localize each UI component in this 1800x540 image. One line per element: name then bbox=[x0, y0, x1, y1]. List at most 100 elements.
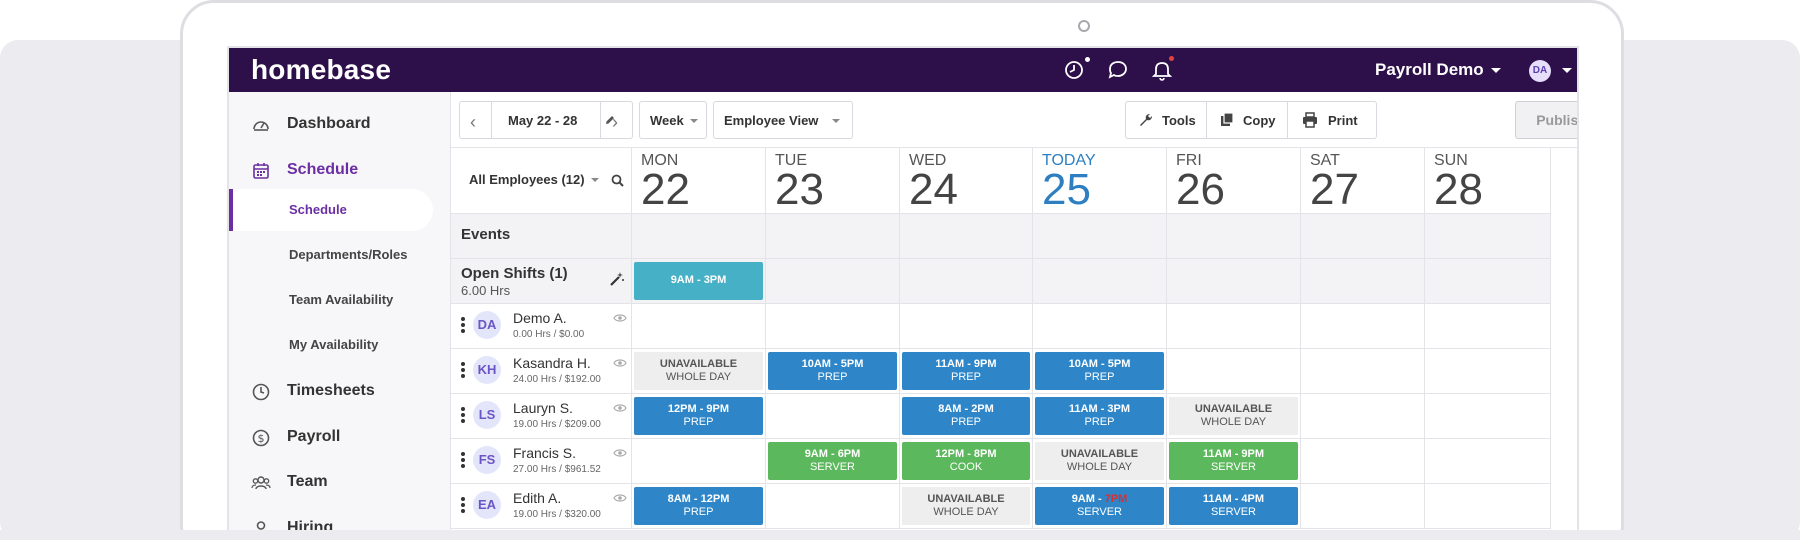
schedule-cell[interactable] bbox=[766, 394, 900, 439]
schedule-cell[interactable]: UNAVAILABLE WHOLE DAY bbox=[900, 484, 1033, 529]
employee-filter[interactable]: All Employees (12) bbox=[451, 148, 632, 214]
events-cell[interactable] bbox=[1425, 214, 1551, 259]
open-shift-cell[interactable] bbox=[1301, 259, 1425, 304]
day-header-wed[interactable]: WED 24 bbox=[900, 148, 1033, 214]
schedule-cell[interactable] bbox=[766, 304, 900, 349]
schedule-cell[interactable]: 12PM - 9PM PREP bbox=[632, 394, 766, 439]
range-select[interactable]: Week bbox=[639, 101, 707, 139]
schedule-cell[interactable]: 10AM - 5PM PREP bbox=[1033, 349, 1167, 394]
schedule-cell[interactable]: 12PM - 8PM COOK bbox=[900, 439, 1033, 484]
homebase-logo[interactable]: homebase bbox=[251, 54, 391, 86]
schedule-cell[interactable]: 11AM - 9PM SERVER bbox=[1167, 439, 1301, 484]
prev-week-button[interactable]: ‹ bbox=[460, 102, 492, 138]
drag-handle-icon[interactable] bbox=[461, 317, 465, 333]
schedule-cell[interactable] bbox=[1425, 349, 1551, 394]
shift-block[interactable]: 10AM - 5PM PREP bbox=[1035, 352, 1164, 390]
schedule-cell[interactable] bbox=[766, 484, 900, 529]
employee-row-label[interactable]: KH Kasandra H. 24.00 Hrs / $192.00 bbox=[451, 349, 632, 394]
schedule-cell[interactable] bbox=[1301, 439, 1425, 484]
sidebar-item-dashboard[interactable]: Dashboard bbox=[229, 106, 451, 142]
events-cell[interactable] bbox=[766, 214, 900, 259]
schedule-cell[interactable]: 9AM - 7PM SERVER bbox=[1033, 484, 1167, 529]
shift-block[interactable]: 11AM - 9PM SERVER bbox=[1169, 442, 1298, 480]
sidebar-item-payroll[interactable]: $ Payroll bbox=[229, 419, 451, 455]
events-cell[interactable] bbox=[900, 214, 1033, 259]
schedule-cell[interactable] bbox=[1033, 304, 1167, 349]
sidebar-subitem-team-availability[interactable]: Team Availability bbox=[229, 279, 433, 321]
chat-icon[interactable] bbox=[1105, 57, 1131, 83]
tools-button[interactable]: Tools bbox=[1125, 101, 1207, 139]
shift-block[interactable]: 12PM - 8PM COOK bbox=[902, 442, 1030, 480]
shift-block[interactable]: 9AM - 7PM SERVER bbox=[1035, 487, 1164, 525]
copy-button[interactable]: Copy bbox=[1206, 101, 1288, 139]
schedule-cell[interactable] bbox=[632, 439, 766, 484]
print-button[interactable]: Print bbox=[1287, 101, 1377, 139]
schedule-cell[interactable]: UNAVAILABLE WHOLE DAY bbox=[1033, 439, 1167, 484]
eye-icon[interactable] bbox=[613, 493, 627, 503]
drag-handle-icon[interactable] bbox=[461, 362, 465, 378]
schedule-cell[interactable] bbox=[1425, 484, 1551, 529]
schedule-cell[interactable] bbox=[1301, 484, 1425, 529]
open-shift-cell[interactable] bbox=[1033, 259, 1167, 304]
schedule-cell[interactable] bbox=[1301, 349, 1425, 394]
shift-block[interactable]: 11AM - 9PM PREP bbox=[902, 352, 1030, 390]
drag-handle-icon[interactable] bbox=[461, 452, 465, 468]
sidebar-subitem-departments-roles[interactable]: Departments/Roles bbox=[229, 234, 433, 276]
day-header-fri[interactable]: FRI 26 bbox=[1167, 148, 1301, 214]
drag-handle-icon[interactable] bbox=[461, 497, 465, 513]
user-menu[interactable]: Payroll Demo bbox=[1375, 60, 1501, 80]
day-header-mon[interactable]: MON 22 bbox=[632, 148, 766, 214]
open-shift-cell[interactable] bbox=[1167, 259, 1301, 304]
eye-icon[interactable] bbox=[613, 403, 627, 413]
next-week-button[interactable]: › bbox=[600, 102, 632, 138]
schedule-cell[interactable]: 11AM - 9PM PREP bbox=[900, 349, 1033, 394]
schedule-cell[interactable]: UNAVAILABLE WHOLE DAY bbox=[1167, 394, 1301, 439]
events-cell[interactable] bbox=[1167, 214, 1301, 259]
open-shift-cell[interactable] bbox=[766, 259, 900, 304]
day-header-sat[interactable]: SAT 27 bbox=[1301, 148, 1425, 214]
shift-block[interactable]: 11AM - 4PM SERVER bbox=[1169, 487, 1298, 525]
eye-icon[interactable] bbox=[613, 358, 627, 368]
sidebar-subitem-schedule[interactable]: Schedule bbox=[229, 189, 433, 231]
unavailable-block[interactable]: UNAVAILABLE WHOLE DAY bbox=[902, 487, 1030, 525]
shift-block[interactable]: 12PM - 9PM PREP bbox=[634, 397, 763, 435]
eye-icon[interactable] bbox=[613, 448, 627, 458]
schedule-cell[interactable] bbox=[1425, 394, 1551, 439]
schedule-cell[interactable]: 8AM - 2PM PREP bbox=[900, 394, 1033, 439]
employee-row-label[interactable]: FS Francis S. 27.00 Hrs / $961.52 bbox=[451, 439, 632, 484]
date-range-label[interactable]: May 22 - 28 bbox=[508, 113, 577, 128]
schedule-cell[interactable]: 9AM - 6PM SERVER bbox=[766, 439, 900, 484]
magic-wand-icon[interactable] bbox=[609, 271, 625, 287]
unavailable-block[interactable]: UNAVAILABLE WHOLE DAY bbox=[1035, 442, 1164, 480]
publish-button[interactable]: Publish (0) bbox=[1515, 101, 1577, 139]
schedule-cell[interactable] bbox=[632, 304, 766, 349]
events-cell[interactable] bbox=[632, 214, 766, 259]
eye-icon[interactable] bbox=[613, 313, 627, 323]
employee-row-label[interactable]: DA Demo A. 0.00 Hrs / $0.00 bbox=[451, 304, 632, 349]
day-header-sun[interactable]: SUN 28 bbox=[1425, 148, 1551, 214]
unavailable-block[interactable]: UNAVAILABLE WHOLE DAY bbox=[634, 352, 763, 390]
sidebar-item-schedule[interactable]: Schedule bbox=[229, 152, 451, 188]
unavailable-block[interactable]: UNAVAILABLE WHOLE DAY bbox=[1169, 397, 1298, 435]
drag-handle-icon[interactable] bbox=[461, 407, 465, 423]
events-cell[interactable] bbox=[1301, 214, 1425, 259]
open-shift-block[interactable]: 9AM - 3PM bbox=[634, 262, 763, 300]
open-shift-cell[interactable]: 9AM - 3PM bbox=[632, 259, 766, 304]
shift-block[interactable]: 9AM - 6PM SERVER bbox=[768, 442, 897, 480]
view-select[interactable]: Employee View bbox=[713, 101, 853, 139]
schedule-cell[interactable]: 8AM - 12PM PREP bbox=[632, 484, 766, 529]
schedule-cell[interactable]: 11AM - 4PM SERVER bbox=[1167, 484, 1301, 529]
open-shift-cell[interactable] bbox=[900, 259, 1033, 304]
shift-block[interactable]: 10AM - 5PM PREP bbox=[768, 352, 897, 390]
shift-block[interactable]: 8AM - 2PM PREP bbox=[902, 397, 1030, 435]
sidebar-item-team[interactable]: Team bbox=[229, 464, 451, 500]
sidebar-subitem-my-availability[interactable]: My Availability bbox=[229, 324, 433, 366]
shift-block[interactable]: 8AM - 12PM PREP bbox=[634, 487, 763, 525]
schedule-cell[interactable] bbox=[1425, 439, 1551, 484]
day-header-today[interactable]: TODAY 25 bbox=[1033, 148, 1167, 214]
events-cell[interactable] bbox=[1033, 214, 1167, 259]
schedule-cell[interactable] bbox=[900, 304, 1033, 349]
shift-block[interactable]: 11AM - 3PM PREP bbox=[1035, 397, 1164, 435]
schedule-cell[interactable] bbox=[1301, 394, 1425, 439]
open-shift-cell[interactable] bbox=[1425, 259, 1551, 304]
